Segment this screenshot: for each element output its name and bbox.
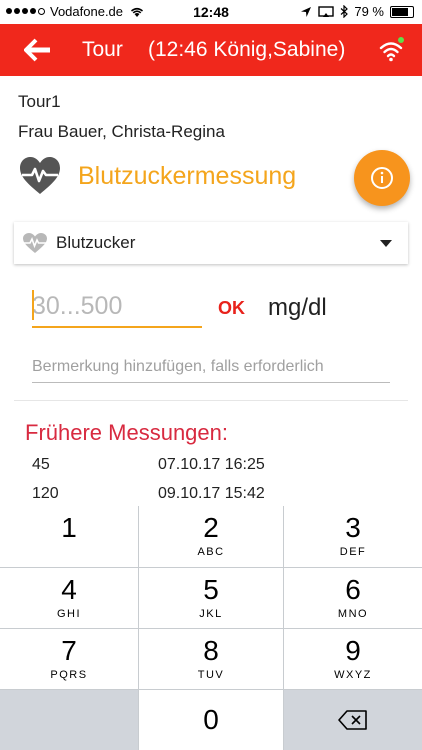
- app-bar: Tour (12:46 König,Sabine): [0, 24, 422, 76]
- measurement-value-input[interactable]: [32, 286, 202, 328]
- key-4[interactable]: 4 GHI: [0, 568, 139, 629]
- history-row: 45 07.10.17 16:25: [32, 456, 392, 485]
- key-6[interactable]: 6 MNO: [284, 568, 422, 629]
- key-3[interactable]: 3 DEF: [284, 506, 422, 568]
- key-digit: 5: [203, 574, 219, 605]
- battery-label: 79 %: [354, 4, 384, 19]
- chevron-down-icon: [380, 240, 392, 247]
- key-7[interactable]: 7 PQRS: [0, 629, 139, 690]
- remark-input[interactable]: [32, 352, 390, 383]
- key-letters: WXYZ: [334, 669, 372, 681]
- app-bar-title: Tour: [82, 38, 123, 61]
- bluetooth-icon: [340, 5, 349, 18]
- key-digit: 4: [61, 574, 77, 605]
- key-5[interactable]: 5 JKL: [139, 568, 284, 629]
- key-digit: 0: [203, 704, 219, 735]
- ok-button[interactable]: OK: [218, 298, 245, 319]
- key-letters: TUV: [197, 669, 225, 681]
- key-8[interactable]: 8 TUV: [139, 629, 284, 690]
- screen-mirror-icon: [318, 5, 335, 17]
- backspace-icon: [338, 710, 367, 730]
- key-digit: 8: [203, 635, 219, 666]
- history-title: Frühere Messungen:: [25, 420, 228, 445]
- info-button[interactable]: [354, 150, 410, 206]
- delete-key[interactable]: [284, 690, 422, 750]
- key-digit: 7: [61, 635, 77, 666]
- key-letters: JKL: [199, 608, 223, 620]
- heart-pulse-icon: [20, 157, 60, 194]
- key-digit: 2: [203, 512, 219, 543]
- key-2[interactable]: 2 ABC: [139, 506, 284, 568]
- measurement-type-select[interactable]: Blutzucker: [14, 222, 408, 264]
- heart-pulse-icon: [23, 233, 47, 253]
- key-letters: DEF: [339, 546, 367, 558]
- key-letters: PQRS: [50, 669, 88, 681]
- location-icon: [301, 6, 312, 17]
- key-0[interactable]: 0: [139, 690, 284, 750]
- key-blank: [0, 690, 139, 750]
- app-bar-subtitle: (12:46 König,Sabine): [148, 38, 346, 61]
- key-digit: 6: [345, 574, 361, 605]
- arrow-left-icon[interactable]: [24, 38, 52, 62]
- patient-name: Frau Bauer, Christa-Regina: [18, 122, 225, 141]
- history-value: 45: [32, 456, 50, 473]
- measurement-title: Blutzuckermessung: [78, 162, 297, 190]
- key-letters: ABC: [197, 546, 225, 558]
- unit-label: mg/dl: [268, 294, 327, 321]
- wifi-icon[interactable]: [378, 36, 406, 64]
- history-date: 07.10.17 16:25: [158, 456, 265, 473]
- status-right: 79 %: [300, 4, 414, 19]
- key-letters: GHI: [56, 608, 82, 620]
- key-digit: 9: [345, 635, 361, 666]
- key-1[interactable]: 1: [0, 506, 139, 568]
- key-digit: 3: [345, 512, 361, 543]
- tour-name: Tour1: [18, 92, 61, 111]
- battery-icon: [390, 5, 414, 18]
- history-date: 09.10.17 15:42: [158, 485, 265, 502]
- history-value: 120: [32, 485, 59, 502]
- measurement-type-value: Blutzucker: [56, 233, 136, 252]
- status-bar: Vodafone.de 12:48 79 %: [0, 0, 422, 24]
- divider: [14, 400, 408, 401]
- key-9[interactable]: 9 WXYZ: [284, 629, 422, 690]
- text-cursor: [32, 290, 34, 320]
- key-digit: 1: [61, 512, 77, 543]
- tour-info: Tour1 Frau Bauer, Christa-Regina: [18, 92, 225, 152]
- numeric-keypad: 1 2 ABC 3 DEF 4 GHI 5 JKL 6 MNO 7 PQRS 8…: [0, 506, 422, 750]
- key-letters: MNO: [337, 608, 369, 620]
- info-icon: [371, 167, 393, 189]
